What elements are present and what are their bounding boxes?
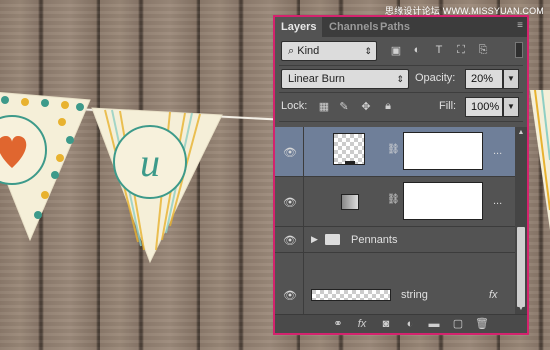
blend-mode-label: Linear Burn	[288, 73, 345, 85]
expand-triangle-icon[interactable]: ▶	[311, 234, 318, 245]
adjustment-filter-icon[interactable]: ◐	[410, 43, 424, 57]
lock-brush-icon[interactable]: ✎	[337, 99, 351, 113]
scroll-thumb[interactable]	[517, 227, 525, 307]
more-icon: ...	[493, 195, 503, 207]
lock-transparency-icon[interactable]: ▦	[317, 99, 331, 113]
more-icon: ...	[493, 145, 503, 157]
panel-tabbar: Layers Channels Paths ≡	[275, 17, 527, 37]
chevron-updown-icon: ⇕	[396, 74, 404, 84]
layer-row-gradient-1[interactable]: 👁︎ ⛓︎ ...	[275, 127, 515, 177]
panel-menu-icon[interactable]: ≡	[517, 20, 523, 31]
layers-panel: Layers Channels Paths ≡ ⌕ Kind ⇕ ▣ ◐ T ⛶…	[273, 15, 529, 335]
layer-row-string[interactable]: 👁︎ string fx	[275, 253, 515, 317]
gradient-thumbnail[interactable]	[341, 194, 359, 210]
type-filter-icon[interactable]: T	[432, 43, 446, 57]
eye-icon[interactable]: 👁︎	[281, 196, 299, 209]
layer-thumbnail[interactable]	[311, 289, 391, 301]
scroll-up-icon[interactable]: ▲	[515, 129, 527, 139]
filter-row: ⌕ Kind ⇕ ▣ ◐ T ⛶ ⎘	[279, 39, 523, 66]
lock-label: Lock:	[281, 100, 308, 112]
link-chain-icon[interactable]: ⛓︎	[387, 144, 400, 155]
smart-object-filter-icon[interactable]: ⎘	[476, 43, 490, 57]
layer-row-group-pennants[interactable]: 👁︎ ▶ Pennants	[275, 227, 515, 253]
layer-name[interactable]: Pennants	[351, 234, 397, 246]
layer-row-gradient-2[interactable]: 👁︎ ⛓︎ ...	[275, 177, 515, 227]
layer-name[interactable]: string	[401, 289, 428, 301]
shape-filter-icon[interactable]: ⛶	[454, 43, 468, 57]
fill-input[interactable]: 100%	[465, 97, 503, 117]
tab-paths[interactable]: Paths	[380, 17, 410, 37]
blend-mode-dropdown[interactable]: Linear Burn ⇕	[281, 69, 409, 89]
filter-kind-label: Kind	[297, 45, 320, 57]
lock-position-icon[interactable]: ✥	[359, 99, 373, 113]
opacity-label: Opacity:	[415, 72, 456, 84]
fill-label: Fill:	[439, 100, 457, 112]
lock-row: Lock: ▦ ✎ ✥ 🔒︎ Fill: 100% ▼	[279, 93, 523, 122]
tab-layers[interactable]: Layers	[275, 17, 323, 37]
opacity-dropdown-arrow[interactable]: ▼	[503, 69, 519, 89]
eye-icon[interactable]: 👁︎	[281, 289, 299, 302]
new-group-icon[interactable]: ▬	[427, 317, 441, 331]
eye-icon[interactable]: 👁︎	[281, 234, 299, 247]
link-chain-icon[interactable]: ⛓︎	[387, 194, 400, 205]
link-layers-icon[interactable]: ⚭	[331, 317, 345, 331]
blend-row: Linear Burn ⇕ Opacity: 20% ▼	[279, 66, 523, 93]
adjustment-marker-icon	[345, 161, 355, 165]
pennant-letter: u	[140, 140, 160, 185]
add-mask-icon[interactable]: ◙	[379, 317, 393, 331]
filter-toggle[interactable]	[515, 42, 523, 58]
new-layer-icon[interactable]: ▢	[451, 317, 465, 331]
layer-list-scrollbar[interactable]: ▲ ▼	[515, 127, 527, 317]
pennant-banner: u	[0, 91, 223, 264]
opacity-input[interactable]: 20%	[465, 69, 503, 89]
pennant-right-edge	[530, 90, 550, 230]
chevron-updown-icon: ⇕	[364, 46, 372, 56]
add-style-icon[interactable]: fx	[355, 317, 369, 331]
tab-channels[interactable]: Channels	[329, 17, 379, 37]
lock-all-icon[interactable]: 🔒︎	[381, 99, 395, 113]
fx-icon[interactable]: fx	[489, 289, 498, 301]
layer-mask-thumbnail[interactable]	[403, 132, 483, 170]
folder-icon	[325, 234, 340, 245]
watermark: 思缘设计论坛 WWW.MISSYUAN.COM	[384, 6, 544, 16]
search-icon: ⌕	[288, 45, 295, 57]
new-adjustment-icon[interactable]: ◐	[403, 317, 417, 331]
panel-footer: ⚭ fx ◙ ◐ ▬ ▢ 🗑︎	[275, 314, 527, 333]
layer-list: 👁︎ ⛓︎ ... 👁︎ ⛓︎ ... 👁︎ ▶ Pennants �	[275, 127, 515, 317]
layer-mask-thumbnail[interactable]	[403, 182, 483, 220]
filter-kind-dropdown[interactable]: ⌕ Kind ⇕	[281, 41, 377, 61]
delete-layer-icon[interactable]: 🗑︎	[475, 317, 489, 331]
eye-icon[interactable]: 👁︎	[281, 146, 299, 159]
image-filter-icon[interactable]: ▣	[389, 43, 403, 57]
fill-dropdown-arrow[interactable]: ▼	[503, 97, 519, 117]
